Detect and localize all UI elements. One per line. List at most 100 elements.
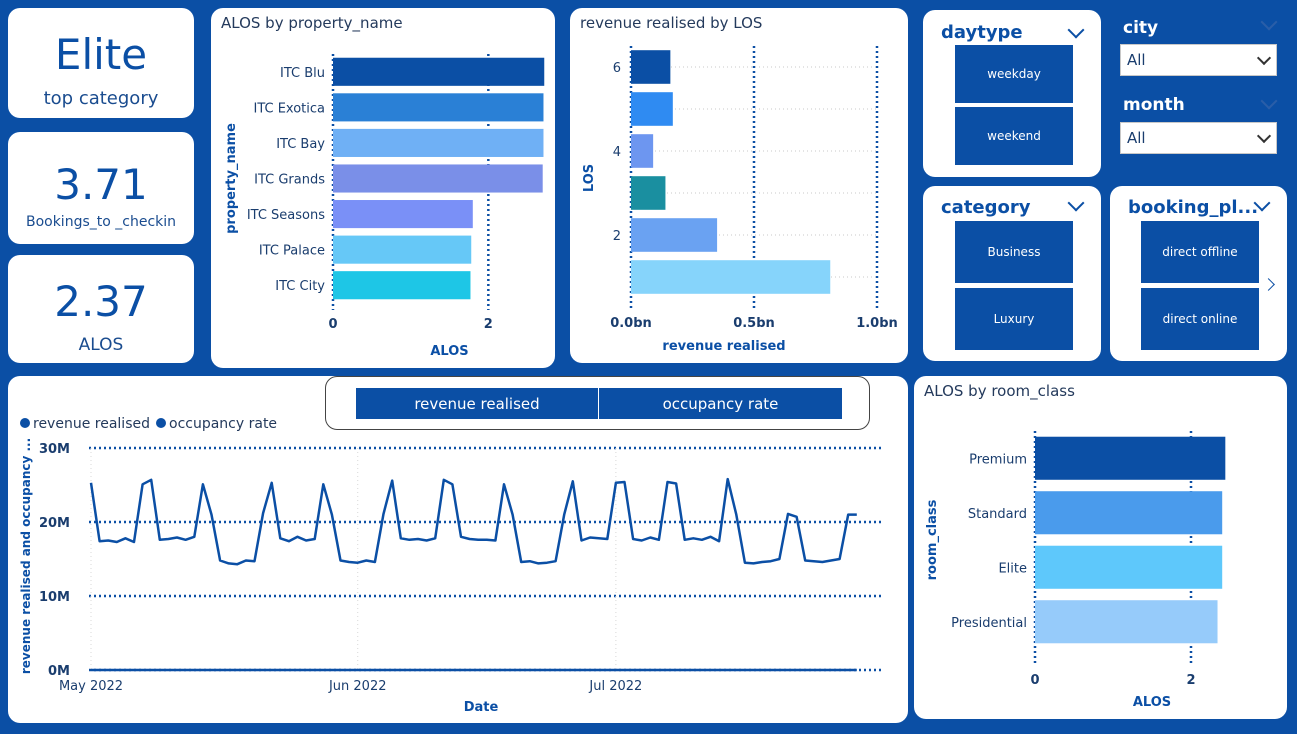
y-tick-label: 20M [39,516,70,531]
category-label: Premium [969,452,1027,467]
x-tick-label: May 2022 [59,679,123,694]
category-label: ITC Palace [259,244,325,259]
slicer-title: daytype [941,22,1023,43]
alos-room-class-chart-card: ALOS by room_class 0 2 Premium Standard Elit… [914,376,1287,719]
booking-platform-slicer: booking_pl... direct offline direct onli… [1110,186,1287,361]
daytype-slicer: daytype weekday weekend [923,10,1101,177]
legend-marker [156,418,166,428]
bar [333,128,544,157]
x-tick-label: 0.5bn [733,316,775,331]
y-axis-title: LOS [582,164,597,192]
kpi-label: Bookings_to _checkin [25,214,177,230]
bar [631,260,831,294]
x-axis-title: revenue realised [662,339,785,354]
chevron-down-icon[interactable] [1067,194,1085,212]
bar [631,176,666,210]
month-slicer-title: month [1123,95,1185,115]
chevron-down-icon [1260,92,1278,110]
revenue-toggle-button[interactable]: revenue realised [356,388,598,419]
chevron-down-icon [1260,13,1278,31]
category-label: Standard [968,507,1027,522]
category-label: ITC Blu [280,66,325,81]
city-dropdown[interactable]: All [1120,44,1277,76]
y-axis-title: property_name [224,123,239,234]
kpi-card-alos: 2.37 ALOS [8,255,194,363]
slicer-option-weekday[interactable]: weekday [955,45,1073,103]
x-tick-label: 0.0bn [610,316,652,331]
x-tick-label: 0 [1030,673,1039,688]
bar [631,50,671,84]
kpi-label: top category [43,88,159,109]
slicer-option-direct-online[interactable]: direct online [1141,288,1259,350]
category-label: Elite [998,561,1027,576]
y-axis-title: revenue realised and occupancy ... [19,438,33,674]
bar [1035,491,1223,535]
bar [631,134,654,168]
alos-property-chart-card: ALOS by property_name 0 2 ITC Blu ITC Exoti… [211,8,555,368]
month-dropdown[interactable]: All [1120,122,1277,154]
category-label: Presidential [951,616,1027,631]
legend-marker [20,418,30,428]
kpi-value: 2.37 [54,277,148,326]
revenue-los-chart-card: revenue realised by LOS 0.0bn 0.5bn 1.0bn 6… [570,8,908,363]
category-label: ITC Exotica [253,101,325,116]
bar [333,200,473,229]
bar [333,271,471,300]
bar [631,218,718,252]
category-label: ITC City [275,279,325,294]
x-tick-label: Jun 2022 [328,679,387,694]
x-tick-label: 0 [328,317,337,332]
bar [1035,545,1223,589]
chevron-right-icon[interactable] [1262,278,1275,291]
y-tick-label: 30M [39,442,70,457]
chevron-down-icon [1256,50,1272,66]
x-tick-label: 2 [1186,673,1195,688]
slicer-title: booking_pl... [1128,197,1259,218]
city-dropdown-value: All [1127,51,1146,69]
bar [333,164,543,193]
y-axis-title: room_class [925,499,940,580]
kpi-card-bookings: 3.71 Bookings_to _checkin [8,132,194,244]
x-axis-title: ALOS [1133,695,1171,710]
y-tick-label: 4 [613,145,621,160]
legend-label: occupancy rate [169,416,277,432]
y-tick-label: 0M [48,664,70,679]
legend-label: revenue realised [33,416,150,432]
x-tick-label: 2 [484,317,493,332]
slicer-option-weekend[interactable]: weekend [955,107,1073,165]
bar [1035,600,1218,644]
bar [333,57,545,86]
metric-toggle-container: revenue realised occupancy rate [325,376,870,430]
x-tick-label: Jul 2022 [588,679,642,694]
category-slicer: category Business Luxury [923,186,1101,361]
x-tick-label: 1.0bn [856,316,898,331]
x-axis-title: ALOS [430,344,468,359]
bar [333,235,472,264]
alos-property-chart: 0 2 ITC Blu ITC Exotica ITC Bay ITC Grands ITC… [224,54,545,359]
y-tick-label: 2 [613,229,621,244]
y-tick-label: 6 [613,61,621,76]
kpi-label: ALOS [78,335,124,355]
alos-room-class-chart: 0 2 Premium Standard Elite Presidential ALOS ro… [925,431,1226,710]
category-label: ITC Grands [254,173,325,188]
chevron-down-icon [1256,128,1272,144]
month-dropdown-value: All [1127,129,1146,147]
bar [1035,436,1226,480]
slicer-title: category [941,197,1031,218]
kpi-value: Elite [54,30,148,79]
bar [631,92,673,126]
slicer-option-business[interactable]: Business [955,221,1073,283]
city-slicer-title: city [1123,18,1159,38]
category-label: ITC Seasons [247,208,325,223]
y-tick-label: 10M [39,590,70,605]
slicer-option-direct-offline[interactable]: direct offline [1141,221,1259,283]
occupancy-toggle-button[interactable]: occupancy rate [599,388,842,419]
chevron-down-icon[interactable] [1067,21,1085,39]
kpi-value: 3.71 [54,160,148,209]
bar [333,93,544,122]
x-axis-title: Date [464,700,499,715]
slicer-option-luxury[interactable]: Luxury [955,288,1073,350]
kpi-card-top-category: Elite top category [8,8,194,118]
revenue-los-chart: 0.0bn 0.5bn 1.0bn 6 4 2 revenue realised LOS [582,46,898,354]
category-label: ITC Bay [276,137,325,152]
